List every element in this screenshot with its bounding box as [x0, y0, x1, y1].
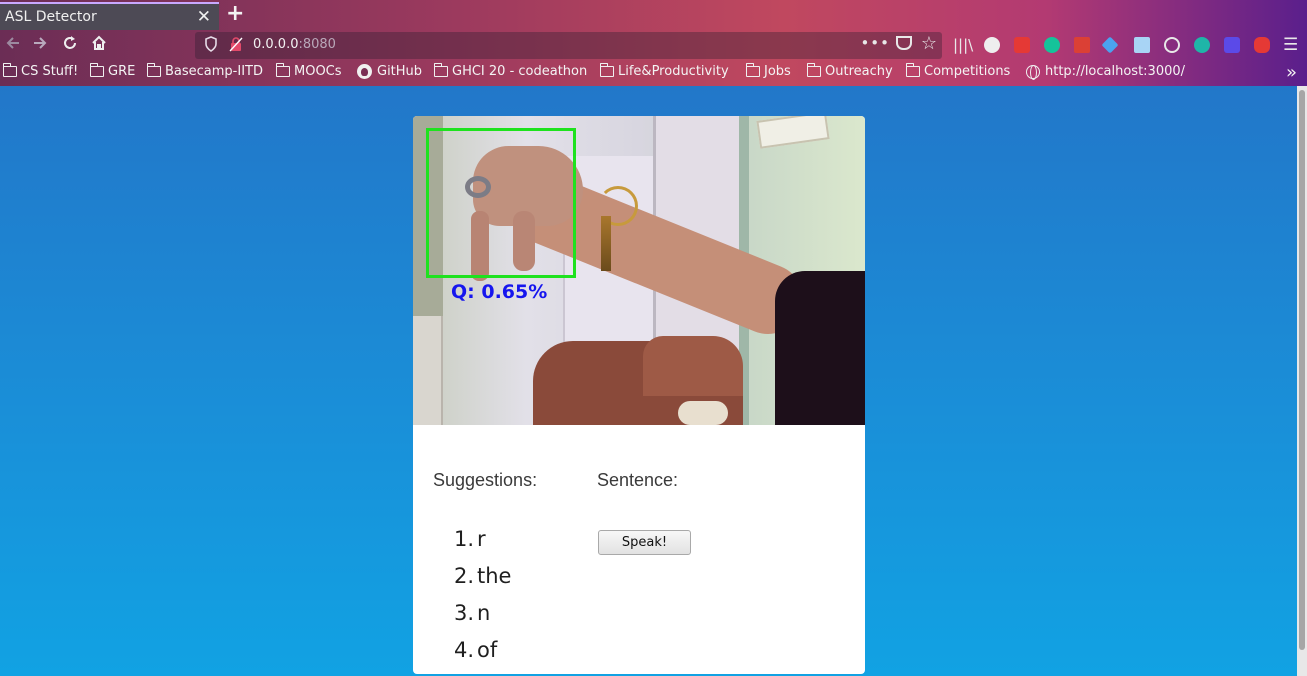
bookmark-localhost[interactable]: http://localhost:3000/	[1026, 64, 1186, 80]
url-host: 0.0.0.0	[253, 37, 299, 52]
bookmark-label: Basecamp-IITD	[165, 64, 263, 79]
tab-title: ASL Detector	[5, 9, 97, 25]
suggestion-number: 3.	[453, 600, 474, 625]
folder-icon	[433, 63, 448, 77]
github-icon	[357, 64, 372, 79]
folder-icon	[905, 63, 920, 77]
diamond-extension-icon[interactable]	[1101, 36, 1119, 54]
bookmarks-overflow-icon[interactable]: »	[1286, 62, 1297, 83]
tab-asl-detector[interactable]: ASL Detector ✕	[0, 2, 219, 30]
mercury-icon[interactable]	[1194, 37, 1210, 53]
folder-icon	[146, 63, 161, 77]
webcam-feed: Q: 0.65%	[413, 116, 865, 425]
bookmark-label: GRE	[108, 64, 136, 79]
url-text[interactable]: 0.0.0.0:8080	[253, 37, 336, 52]
page-scrollbar[interactable]	[1297, 86, 1307, 676]
bookmarks-bar: CS Stuff! GRE Basecamp-IITD MOOCs GitHub…	[0, 60, 1307, 86]
back-icon[interactable]	[4, 34, 22, 58]
suggestion-item[interactable]: 1. r	[451, 520, 511, 557]
bookmark-label: Jobs	[764, 64, 791, 79]
prediction-label: Q: 0.65%	[451, 281, 548, 303]
page-actions-icon[interactable]: •••	[860, 34, 890, 52]
suggestion-number: 1.	[453, 526, 474, 551]
infinity-extension-icon[interactable]	[1224, 37, 1240, 53]
grammarly-icon[interactable]	[1044, 37, 1060, 53]
bookmark-label: Outreachy	[825, 64, 893, 79]
detector-card: Q: 0.65% Suggestions: Sentence: 1. r 2. th…	[413, 116, 865, 674]
bookmark-outreachy[interactable]: Outreachy	[806, 63, 893, 79]
close-tab-icon[interactable]: ✕	[197, 7, 211, 27]
suggestion-word: r	[477, 526, 486, 551]
new-tab-icon[interactable]: +	[226, 1, 244, 26]
suggestion-number: 2.	[453, 563, 474, 588]
suggestions-list: 1. r 2. the 3. n 4. of	[451, 520, 512, 668]
bookmark-cs-stuff[interactable]: CS Stuff!	[2, 63, 79, 79]
suggestion-item[interactable]: 2. the	[451, 557, 512, 594]
suggestion-item[interactable]: 3. n	[451, 594, 511, 631]
tracking-shield-icon[interactable]	[204, 36, 218, 56]
folder-icon	[599, 63, 614, 77]
hand-extension-icon[interactable]	[1254, 37, 1270, 53]
speak-button[interactable]: Speak!	[598, 530, 691, 555]
todoist-icon[interactable]	[1074, 37, 1090, 53]
globe-icon	[1026, 64, 1040, 80]
suggestions-heading: Suggestions:	[433, 470, 538, 490]
bookmark-ghci-codeathon[interactable]: GHCI 20 - codeathon	[433, 63, 588, 79]
bookmark-label: GHCI 20 - codeathon	[452, 64, 588, 79]
bookmark-star-icon[interactable]: ☆	[921, 33, 937, 54]
suggestion-word: the	[477, 563, 512, 588]
hand-bounding-box	[426, 128, 576, 278]
scrollbar-thumb[interactable]	[1299, 90, 1305, 650]
pocket-icon[interactable]	[896, 36, 912, 50]
reload-icon[interactable]	[61, 34, 79, 58]
folder-icon	[806, 63, 821, 77]
suggestion-item[interactable]: 4. of	[451, 631, 511, 668]
menu-icon[interactable]: ☰	[1283, 34, 1298, 56]
folder-icon	[745, 63, 760, 77]
bookmark-gre[interactable]: GRE	[89, 63, 136, 79]
sentence-heading: Sentence:	[597, 470, 679, 490]
timer-icon[interactable]	[1164, 37, 1180, 53]
bookmark-life-productivity[interactable]: Life&Productivity	[599, 63, 729, 79]
navigation-bar: 0.0.0.0:8080 ••• ☆ |||\ ☰	[0, 30, 1307, 60]
bookmark-competitions[interactable]: Competitions	[905, 63, 1011, 79]
suggestion-word: of	[477, 637, 498, 662]
suggestion-number: 4.	[453, 637, 474, 662]
forward-icon[interactable]	[31, 34, 49, 58]
folder-icon	[89, 63, 104, 77]
bookmark-moocs[interactable]: MOOCs	[275, 63, 342, 79]
stylus-icon[interactable]	[1134, 37, 1150, 53]
bookmark-label: GitHub	[377, 64, 423, 79]
library-icon[interactable]: |||\	[953, 34, 973, 56]
url-bar[interactable]: 0.0.0.0:8080 ••• ☆	[195, 32, 942, 59]
folder-icon	[275, 63, 290, 77]
account-icon[interactable]	[984, 37, 1000, 53]
page-background: Q: 0.65% Suggestions: Sentence: 1. r 2. th…	[0, 86, 1297, 676]
home-icon[interactable]	[90, 34, 108, 58]
browser-chrome: ASL Detector ✕ + 0.0.0.0:8080 ••• ☆ |||\…	[0, 0, 1307, 86]
bookmark-label: Life&Productivity	[618, 64, 729, 79]
suggestion-word: n	[477, 600, 491, 625]
tab-bar: ASL Detector ✕ +	[0, 0, 1307, 30]
bookmark-label: CS Stuff!	[21, 64, 79, 79]
url-port: :8080	[298, 37, 336, 52]
insecure-lock-icon[interactable]	[229, 36, 243, 52]
bookmark-basecamp-iitd[interactable]: Basecamp-IITD	[146, 63, 263, 79]
bookmark-label: Competitions	[924, 64, 1011, 79]
bookmark-github[interactable]: GitHub	[357, 64, 422, 79]
bookmark-label: MOOCs	[294, 64, 342, 79]
folder-icon	[2, 63, 17, 77]
adblock-icon[interactable]	[1014, 37, 1030, 53]
bookmark-jobs[interactable]: Jobs	[745, 63, 791, 79]
bookmark-label: http://localhost:3000/	[1045, 64, 1186, 79]
